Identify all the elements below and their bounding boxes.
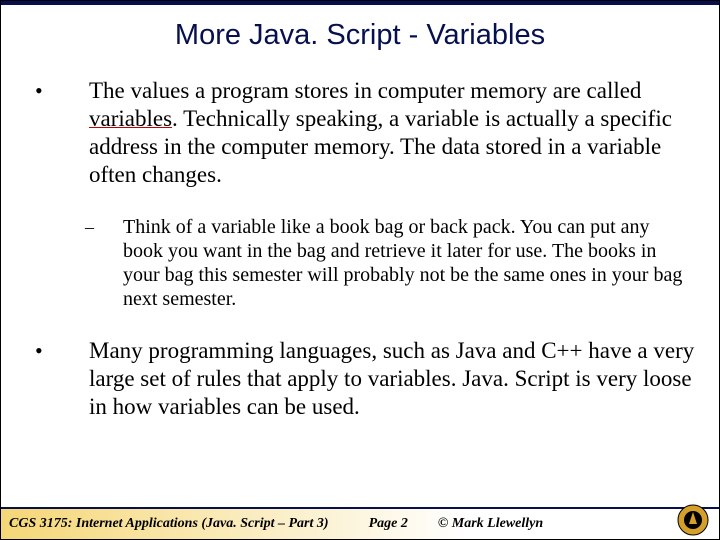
sub-bullet-row: – Think of a variable like a book bag or… bbox=[85, 215, 699, 311]
bullet-text-1: The values a program stores in computer … bbox=[89, 77, 699, 189]
footer-course: CGS 3175: Internet Applications (Java. S… bbox=[9, 516, 329, 532]
bullet-marker: • bbox=[31, 337, 89, 365]
bullet-text-2: Many programming languages, such as Java… bbox=[89, 337, 699, 421]
slide-title: More Java. Script - Variables bbox=[1, 19, 719, 52]
top-rule bbox=[1, 1, 719, 5]
footer: CGS 3175: Internet Applications (Java. S… bbox=[1, 507, 719, 539]
sub-bullet-marker: – bbox=[85, 215, 123, 239]
bullet-row-2: • Many programming languages, such as Ja… bbox=[31, 337, 699, 421]
underlined-word: variables bbox=[89, 106, 172, 131]
slide-body: • The values a program stores in compute… bbox=[31, 77, 699, 421]
slide: More Java. Script - Variables • The valu… bbox=[0, 0, 720, 540]
logo-icon bbox=[677, 504, 709, 536]
bullet-row-1: • The values a program stores in compute… bbox=[31, 77, 699, 189]
text-segment: . Technically speaking, a variable is ac… bbox=[89, 106, 672, 187]
bullet-marker: • bbox=[31, 77, 89, 105]
sub-bullet-text: Think of a variable like a book bag or b… bbox=[123, 215, 699, 311]
text-segment: The values a program stores in computer … bbox=[89, 78, 641, 103]
footer-page: Page 2 bbox=[369, 516, 408, 532]
footer-copyright: © Mark Llewellyn bbox=[438, 516, 543, 532]
